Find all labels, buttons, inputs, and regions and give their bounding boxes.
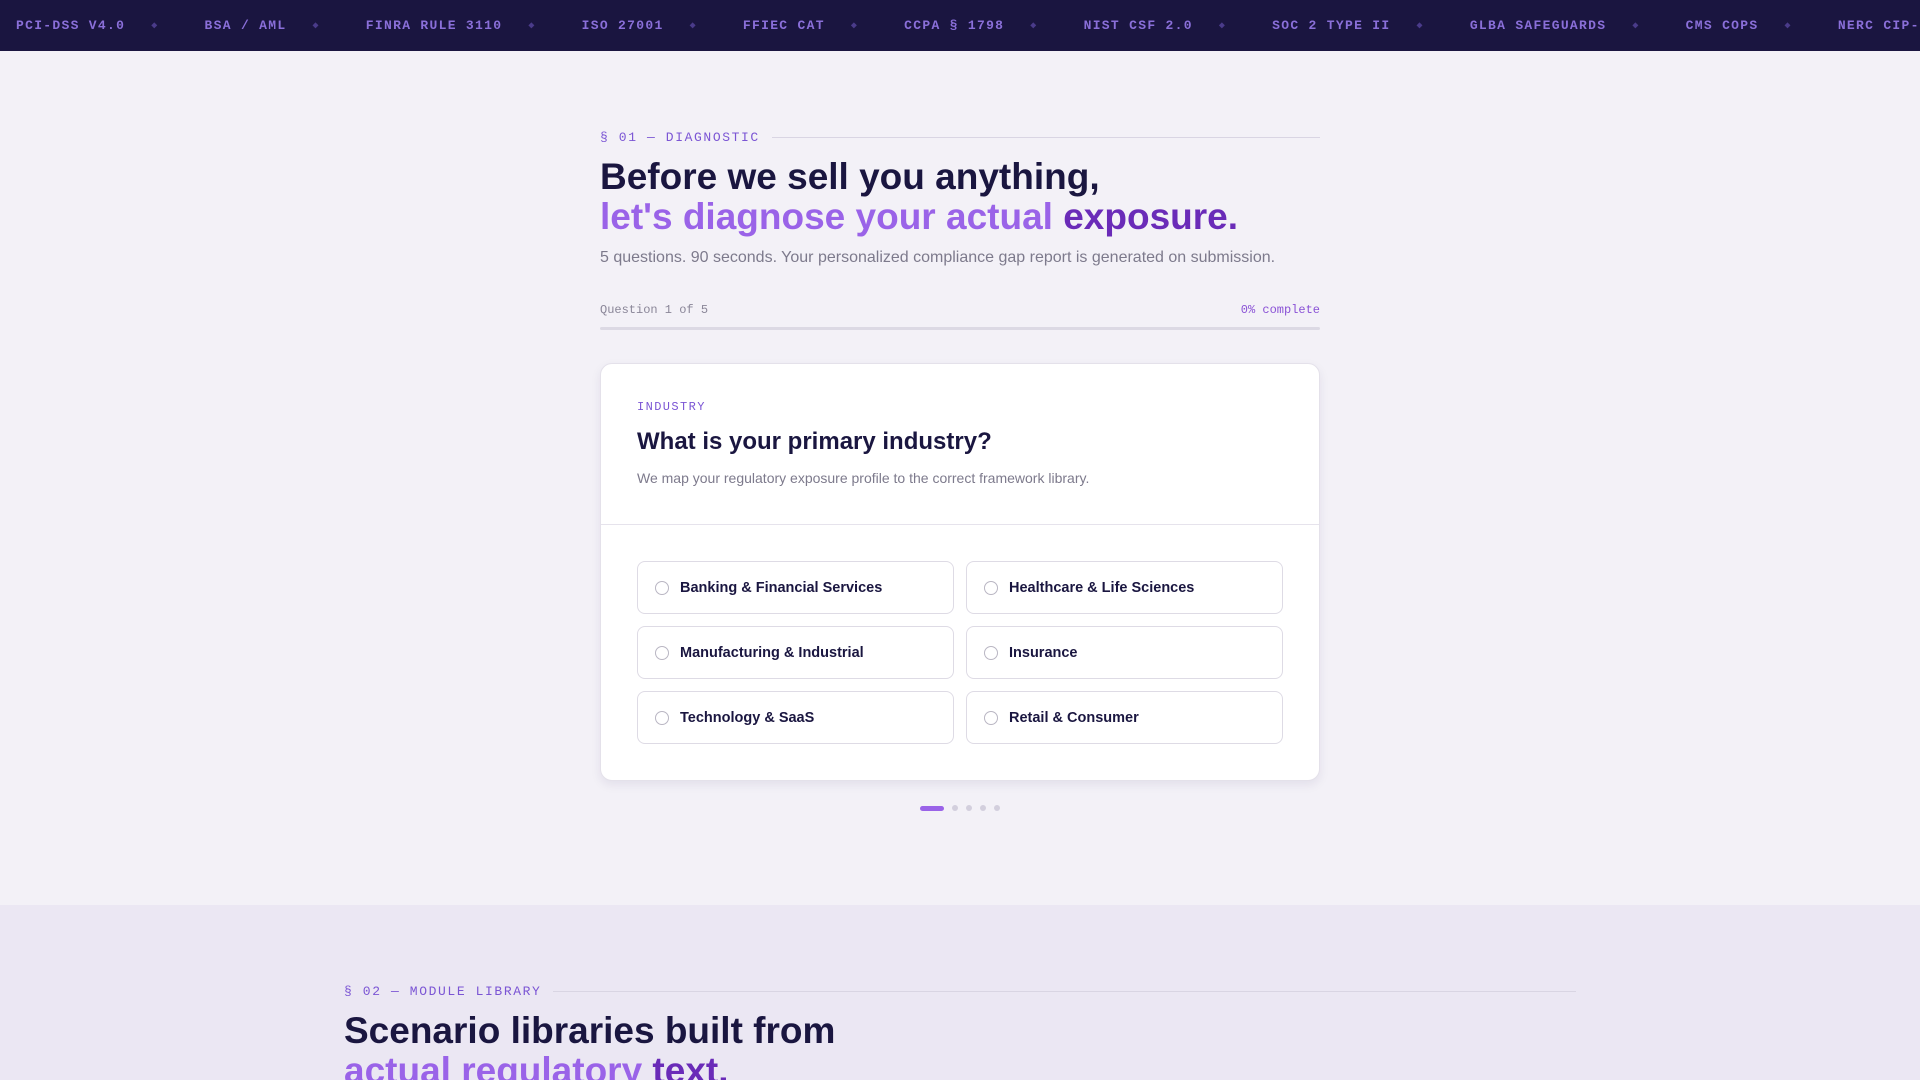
ticker-item: BSA / AML ◆ [205, 18, 320, 33]
section-eyebrow: § 02 — MODULE LIBRARY [344, 984, 1576, 999]
ticker-label: FINRA RULE 3110 [365, 18, 503, 33]
option-manufacturing[interactable]: Manufacturing & Industrial [637, 626, 954, 679]
radio-icon[interactable] [655, 645, 669, 660]
ticker-item: PCI-DSS V4.0 ◆ [16, 18, 159, 33]
progress-bar [600, 327, 1320, 330]
eyebrow-divider [553, 991, 1576, 992]
option-label: Healthcare & Life Sciences [1009, 579, 1195, 596]
ticker-label: SOC 2 TYPE II [1272, 18, 1391, 33]
ticker-item: NIST CSF 2.0 ◆ [1084, 18, 1227, 33]
eyebrow-divider [771, 137, 1320, 138]
section-title-accent: actual regulatory [344, 1050, 643, 1080]
step-indicator [600, 805, 1320, 811]
step-dot-active [920, 805, 944, 811]
section-eyebrow-label: § 02 — MODULE LIBRARY [344, 984, 542, 999]
ticker-separator-icon: ◆ [1218, 20, 1227, 32]
step-dot [952, 805, 958, 811]
ticker-label: FFIEC CAT [742, 18, 825, 33]
ticker-label: CCPA § 1798 [904, 18, 1005, 33]
question-title: What is your primary industry? [637, 428, 992, 455]
ticker-separator-icon: ◆ [1030, 20, 1038, 32]
progress-percent: 0% complete [1240, 303, 1320, 317]
ticker-separator-icon: ◆ [689, 20, 697, 32]
question-category: INDUSTRY [637, 400, 706, 414]
ticker-separator-icon: ◆ [151, 20, 159, 32]
option-healthcare[interactable]: Healthcare & Life Sciences [966, 561, 1283, 614]
framework-ticker: PCI-DSS V4.0 ◆ BSA / AML ◆ FINRA RULE 3110… [0, 0, 1920, 51]
ticker-separator-icon: ◆ [850, 20, 859, 32]
ticker-item: GLBA SAFEGUARDS ◆ [1470, 18, 1640, 33]
section-title: Scenario libraries built from actual reg… [344, 1011, 1576, 1080]
answer-options: Banking & Financial Services Healthcare … [601, 525, 1319, 780]
ticker-label: ISO 27001 [581, 18, 664, 33]
section-eyebrow: § 01 — DIAGNOSTIC [600, 130, 1320, 145]
ticker-label: NERC CIP-013 [1837, 18, 1920, 33]
radio-icon[interactable] [984, 645, 998, 660]
step-dot [994, 805, 1000, 811]
radio-icon[interactable] [655, 580, 669, 595]
ticker-label: PCI-DSS V4.0 [16, 18, 126, 33]
section-title-accent-dark: text. [642, 1050, 729, 1080]
ticker-separator-icon: ◆ [1784, 20, 1792, 32]
ticker-label: GLBA SAFEGUARDS [1469, 18, 1607, 33]
radio-icon[interactable] [984, 580, 998, 595]
option-label: Banking & Financial Services [680, 579, 883, 596]
module-library-section: § 02 — MODULE LIBRARY Scenario libraries… [344, 984, 1576, 1080]
option-insurance[interactable]: Insurance [966, 626, 1283, 679]
radio-icon[interactable] [655, 710, 669, 725]
ticker-item: CMS COPS ◆ [1686, 18, 1792, 33]
step-dot [966, 805, 972, 811]
ticker-separator-icon: ◆ [312, 20, 320, 32]
question-card: INDUSTRY What is your primary industry? … [600, 363, 1320, 781]
ticker-separator-icon: ◆ [1632, 20, 1640, 32]
section-title-line-1: Scenario libraries built from [344, 1010, 836, 1051]
page-subtitle: 5 questions. 90 seconds. Your personaliz… [600, 249, 1276, 266]
headline-line-2-accent: let's diagnose your actual [600, 196, 1053, 237]
step-dot [980, 805, 986, 811]
headline-line-2-accent-dark: exposure. [1052, 196, 1239, 237]
option-retail[interactable]: Retail & Consumer [966, 691, 1283, 744]
ticker-item: FFIEC CAT ◆ [743, 18, 858, 33]
diagnostic-section: § 01 — DIAGNOSTIC Before we sell you any… [600, 130, 1320, 811]
option-label: Retail & Consumer [1009, 709, 1139, 726]
option-label: Manufacturing & Industrial [680, 644, 864, 661]
radio-icon[interactable] [984, 710, 998, 725]
ticker-label: BSA / AML [204, 18, 287, 33]
question-help-text: We map your regulatory exposure profile … [637, 470, 1090, 486]
ticker-item: CCPA § 1798 ◆ [904, 18, 1037, 33]
option-banking[interactable]: Banking & Financial Services [637, 561, 954, 614]
headline-line-1: Before we sell you anything, [600, 156, 1100, 197]
ticker-label: NIST CSF 2.0 [1083, 18, 1193, 33]
ticker-item: SOC 2 TYPE II ◆ [1272, 18, 1424, 33]
question-counter: Question 1 of 5 [600, 303, 709, 317]
section-eyebrow-label: § 01 — DIAGNOSTIC [600, 130, 760, 145]
ticker-item: FINRA RULE 3110 ◆ [366, 18, 536, 33]
ticker-separator-icon: ◆ [1416, 20, 1424, 32]
ticker-label: CMS COPS [1685, 18, 1759, 33]
option-technology[interactable]: Technology & SaaS [637, 691, 954, 744]
page-title: Before we sell you anything, let's diagn… [600, 157, 1320, 237]
option-label: Technology & SaaS [680, 709, 815, 726]
ticker-item: NERC CIP-013◆ [1838, 18, 1920, 33]
progress-header: Question 1 of 5 0% complete [600, 303, 1320, 317]
question-card-header: INDUSTRY What is your primary industry? … [601, 364, 1319, 525]
ticker-separator-icon: ◆ [528, 20, 536, 32]
option-label: Insurance [1009, 644, 1078, 661]
ticker-item: ISO 27001 ◆ [582, 18, 697, 33]
